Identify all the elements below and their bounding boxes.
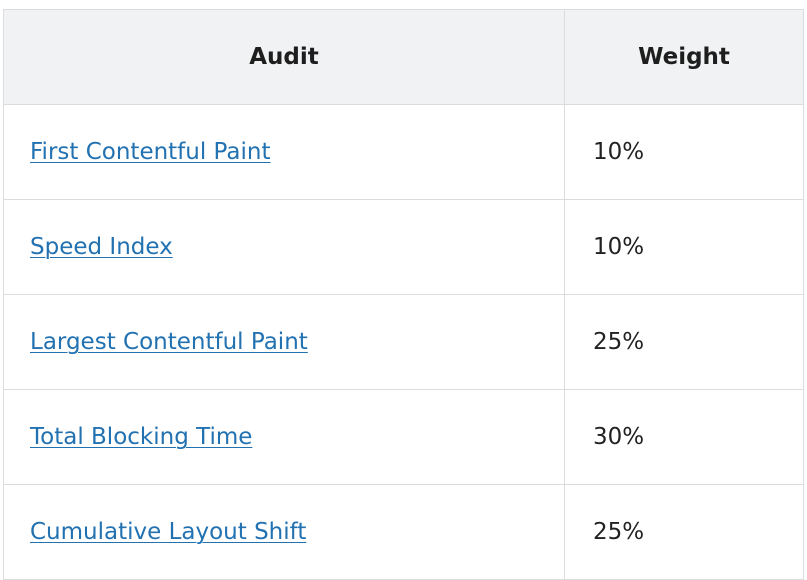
audit-cell: Total Blocking Time: [3, 389, 565, 485]
audit-link-cumulative-layout-shift[interactable]: Cumulative Layout Shift: [30, 519, 306, 545]
audit-weight-table-container: Audit Weight First Contentful Paint 10% …: [3, 9, 804, 580]
table-row: Speed Index 10%: [3, 199, 804, 295]
audit-weight-table: Audit Weight First Contentful Paint 10% …: [3, 9, 804, 580]
weight-cell: 10%: [564, 104, 804, 200]
table-row: Cumulative Layout Shift 25%: [3, 484, 804, 580]
weight-cell: 25%: [564, 484, 804, 580]
table-row: First Contentful Paint 10%: [3, 104, 804, 200]
audit-link-first-contentful-paint[interactable]: First Contentful Paint: [30, 139, 270, 165]
table-body: First Contentful Paint 10% Speed Index 1…: [3, 104, 804, 580]
audit-cell: Largest Contentful Paint: [3, 294, 565, 390]
header-row: Audit Weight: [3, 9, 804, 105]
table-row: Largest Contentful Paint 25%: [3, 294, 804, 390]
column-header-audit: Audit: [3, 9, 565, 105]
column-header-weight: Weight: [564, 9, 804, 105]
weight-cell: 25%: [564, 294, 804, 390]
audit-cell: Speed Index: [3, 199, 565, 295]
audit-link-total-blocking-time[interactable]: Total Blocking Time: [30, 424, 252, 450]
weight-cell: 30%: [564, 389, 804, 485]
weight-cell: 10%: [564, 199, 804, 295]
table-row: Total Blocking Time 30%: [3, 389, 804, 485]
audit-link-largest-contentful-paint[interactable]: Largest Contentful Paint: [30, 329, 308, 355]
audit-cell: Cumulative Layout Shift: [3, 484, 565, 580]
audit-link-speed-index[interactable]: Speed Index: [30, 234, 173, 260]
audit-cell: First Contentful Paint: [3, 104, 565, 200]
table-header: Audit Weight: [3, 9, 804, 105]
